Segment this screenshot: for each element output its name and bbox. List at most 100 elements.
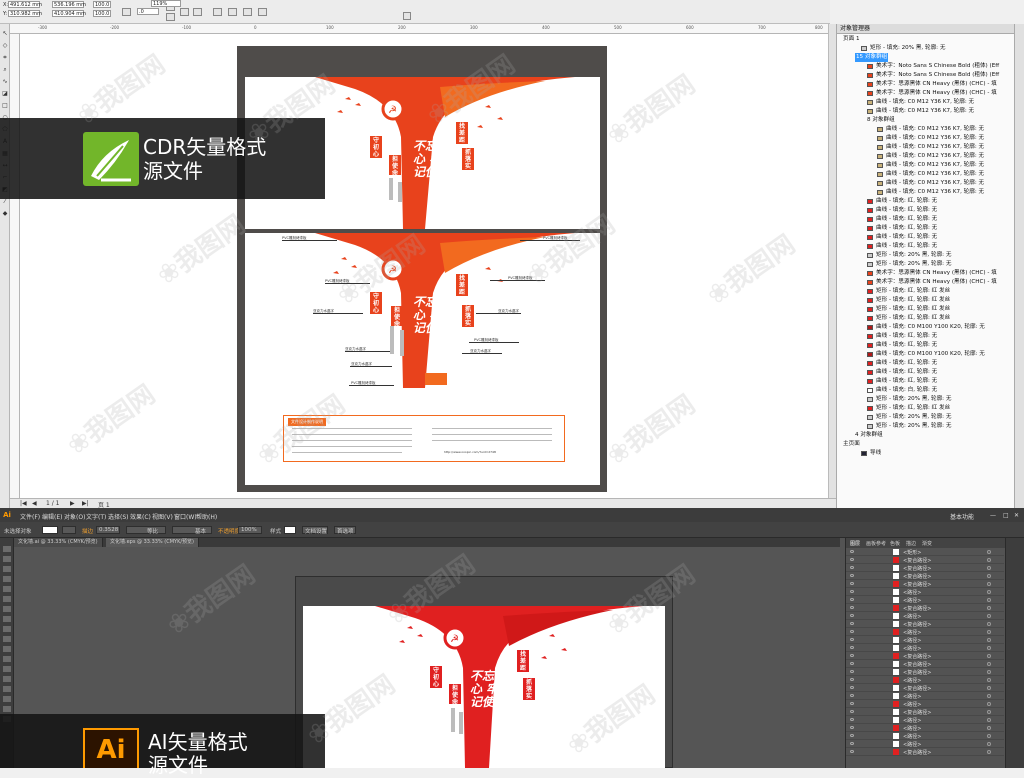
line-tool-icon[interactable] bbox=[3, 596, 11, 602]
target-circle-icon[interactable] bbox=[987, 646, 991, 650]
object-tree-item[interactable]: 矩形 - 填充: 20% 黑, 轮廓: 无 bbox=[837, 422, 1015, 431]
object-tree-item[interactable]: 美术字：思源黑体 CN Heavy (黑体) (CHC) - 填 bbox=[837, 278, 1015, 287]
layer-row[interactable]: <路径> bbox=[846, 636, 1004, 644]
visibility-eye-icon[interactable] bbox=[850, 638, 854, 641]
panel-tab-gradient[interactable]: 渐变 bbox=[922, 540, 932, 547]
stroke-swatch[interactable] bbox=[62, 526, 76, 534]
preferences-button[interactable]: 首选项 bbox=[334, 526, 356, 535]
combine-button[interactable] bbox=[243, 8, 252, 16]
visibility-eye-icon[interactable] bbox=[850, 630, 854, 633]
layer-row[interactable]: <复合路径> bbox=[846, 652, 1004, 660]
target-circle-icon[interactable] bbox=[987, 702, 991, 706]
layer-row[interactable]: <路径> bbox=[846, 740, 1004, 748]
fill-swatch[interactable] bbox=[42, 526, 58, 534]
crop-tool-icon[interactable]: ⌗ bbox=[1, 54, 9, 61]
width-field[interactable]: 536.196 mm bbox=[52, 1, 86, 8]
target-circle-icon[interactable] bbox=[987, 670, 991, 674]
object-tree-item[interactable]: 曲线 - 填充: 红, 轮廓: 无 bbox=[837, 233, 1015, 242]
break-apart-button[interactable] bbox=[258, 8, 267, 16]
scale-y-field[interactable]: 100.0 bbox=[93, 10, 111, 17]
menu-object[interactable]: 对象(O) bbox=[64, 512, 85, 521]
zoom-field[interactable]: 119% bbox=[151, 0, 181, 7]
object-tree-item[interactable]: 导线 bbox=[837, 449, 1015, 458]
visibility-eye-icon[interactable] bbox=[850, 670, 854, 673]
zoom-tool-icon[interactable]: ⌕ bbox=[1, 66, 9, 73]
last-page-icon[interactable]: ▶| bbox=[82, 500, 89, 507]
target-circle-icon[interactable] bbox=[987, 582, 991, 586]
layer-row[interactable]: <复合路径> bbox=[846, 668, 1004, 676]
object-tree-item[interactable]: 曲线 - 填充: C0 M12 Y36 K7, 轮廓: 无 bbox=[837, 143, 1015, 152]
layer-row[interactable]: <路径> bbox=[846, 644, 1004, 652]
menu-file[interactable]: 文件(F) bbox=[20, 512, 40, 521]
visibility-eye-icon[interactable] bbox=[850, 654, 854, 657]
object-tree-item[interactable]: 曲线 - 填充: C0 M12 Y36 K7, 轮廓: 无 bbox=[837, 152, 1015, 161]
visibility-eye-icon[interactable] bbox=[850, 686, 854, 689]
target-circle-icon[interactable] bbox=[987, 590, 991, 594]
angle-field[interactable]: .0 bbox=[137, 8, 159, 15]
target-circle-icon[interactable] bbox=[987, 566, 991, 570]
object-tree-item[interactable]: 曲线 - 填充: 红, 轮廓: 无 bbox=[837, 368, 1015, 377]
align-button[interactable] bbox=[228, 8, 237, 16]
stroke-weight-field[interactable]: 0.3528 bbox=[96, 526, 120, 534]
layer-row[interactable]: <复合路径> bbox=[846, 556, 1004, 564]
gradient-tool-icon[interactable] bbox=[3, 686, 11, 692]
shape-builder-tool-icon[interactable] bbox=[3, 676, 11, 682]
object-tree-item[interactable]: 曲线 - 填充: C0 M12 Y36 K7, 轮廓: 无 bbox=[837, 134, 1015, 143]
object-tree-item[interactable]: 曲线 - 填充: 红, 轮廓: 无 bbox=[837, 206, 1015, 215]
layer-row[interactable]: <路径> bbox=[846, 724, 1004, 732]
object-tree-item[interactable]: 美术字：Noto Sans S Chinese Bold (粗体) (Eff bbox=[837, 71, 1015, 80]
target-circle-icon[interactable] bbox=[987, 726, 991, 730]
doc-tab-eps[interactable]: 文化墙.eps @ 33.33% (CMYK/预览) bbox=[106, 538, 200, 547]
width-tool-icon[interactable] bbox=[3, 656, 11, 662]
target-circle-icon[interactable] bbox=[987, 550, 991, 554]
target-circle-icon[interactable] bbox=[987, 622, 991, 626]
object-tree-item[interactable]: 矩形 - 填充: 20% 黑, 轮廓: 无 bbox=[837, 395, 1015, 404]
layer-row[interactable]: <复合路径> bbox=[846, 684, 1004, 692]
object-tree-item[interactable]: 曲线 - 填充: C0 M12 Y36 K7, 轮廓: 无 bbox=[837, 107, 1015, 116]
object-tree-item[interactable]: 曲线 - 填充: C0 M12 Y36 K7, 轮廓: 无 bbox=[837, 179, 1015, 188]
x-field[interactable]: 491.612 mm bbox=[8, 1, 42, 8]
lock-ratio-button[interactable] bbox=[122, 8, 131, 16]
workspace-switcher[interactable]: 基本功能 bbox=[950, 512, 974, 521]
object-tree-item[interactable]: 曲线 - 填充: 红, 轮廓: 无 bbox=[837, 242, 1015, 251]
menu-select[interactable]: 选择(S) bbox=[108, 512, 129, 521]
layer-row[interactable]: <路径> bbox=[846, 612, 1004, 620]
paintbrush-tool-icon[interactable] bbox=[3, 616, 11, 622]
menu-window[interactable]: 窗口(W) bbox=[174, 512, 197, 521]
layer-row[interactable]: <复合路径> bbox=[846, 708, 1004, 716]
snap-button[interactable] bbox=[403, 12, 411, 20]
target-circle-icon[interactable] bbox=[987, 598, 991, 602]
object-tree-item[interactable]: 矩形 - 填充: 20% 黑, 轮廓: 无 bbox=[837, 413, 1015, 422]
object-tree-item[interactable]: 曲线 - 填充: 红, 轮廓: 无 bbox=[837, 332, 1015, 341]
freehand-tool-icon[interactable]: ∿ bbox=[1, 78, 9, 85]
layer-row[interactable]: <路径> bbox=[846, 716, 1004, 724]
object-tree-item[interactable]: 美术字：思源黑体 CN Heavy (黑体) (CHC) - 填 bbox=[837, 80, 1015, 89]
object-tree-item[interactable]: 矩形 - 填充: 20% 黑, 轮廓: 无 bbox=[837, 44, 1015, 53]
visibility-eye-icon[interactable] bbox=[850, 726, 854, 729]
arrange-button[interactable] bbox=[213, 8, 222, 16]
type-tool-icon[interactable] bbox=[3, 586, 11, 592]
fill-tool-icon[interactable]: ◆ bbox=[1, 210, 9, 217]
visibility-eye-icon[interactable] bbox=[850, 734, 854, 737]
object-tree-item[interactable]: 矩形 - 填充: 红, 轮廓: 红 发丝 bbox=[837, 287, 1015, 296]
document-setup-button[interactable]: 文档设置 bbox=[302, 526, 328, 535]
object-tree-item[interactable]: 曲线 - 填充: 红, 轮廓: 无 bbox=[837, 377, 1015, 386]
selection-tool-icon[interactable] bbox=[3, 546, 11, 552]
eyedropper-tool-icon[interactable] bbox=[3, 696, 11, 702]
target-circle-icon[interactable] bbox=[987, 558, 991, 562]
object-tree-item[interactable]: 4 对象群组 bbox=[837, 431, 1015, 440]
smart-fill-icon[interactable]: ◪ bbox=[1, 90, 9, 97]
visibility-eye-icon[interactable] bbox=[850, 590, 854, 593]
target-circle-icon[interactable] bbox=[987, 638, 991, 642]
target-circle-icon[interactable] bbox=[987, 686, 991, 690]
layer-row[interactable]: <复合路径> bbox=[846, 580, 1004, 588]
target-circle-icon[interactable] bbox=[987, 630, 991, 634]
scale-tool-icon[interactable] bbox=[3, 646, 11, 652]
target-circle-icon[interactable] bbox=[987, 694, 991, 698]
target-circle-icon[interactable] bbox=[987, 742, 991, 746]
visibility-eye-icon[interactable] bbox=[850, 742, 854, 745]
layer-row[interactable]: <路径> bbox=[846, 700, 1004, 708]
vertical-scrollbar[interactable] bbox=[828, 24, 836, 498]
visibility-eye-icon[interactable] bbox=[850, 614, 854, 617]
layer-row[interactable]: <路径> bbox=[846, 676, 1004, 684]
